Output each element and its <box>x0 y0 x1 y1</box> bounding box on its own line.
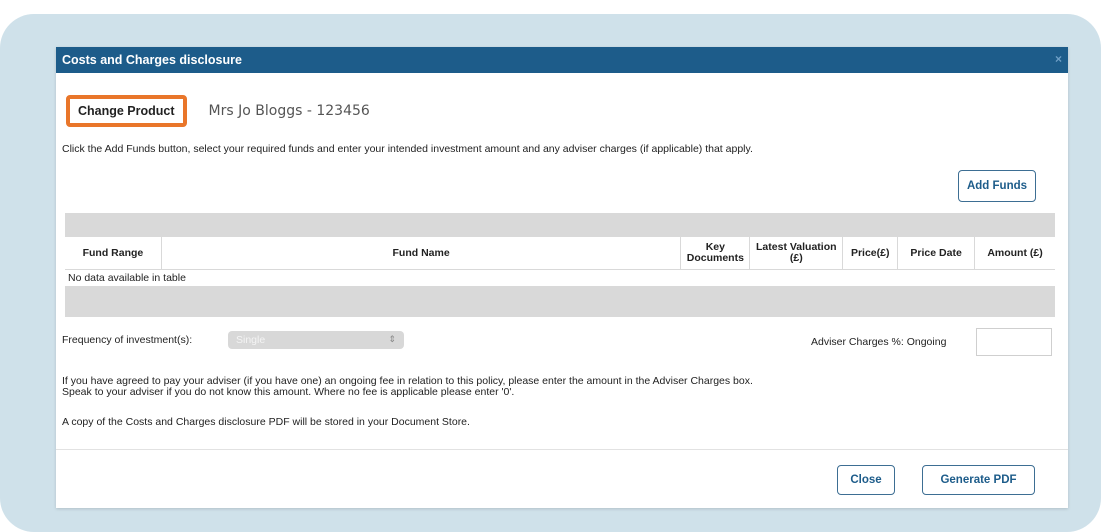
column-header-fund-range[interactable]: Fund Range <box>65 237 162 270</box>
column-header-latest-valuation[interactable]: Latest Valuation (£) <box>749 237 844 270</box>
column-header-key-documents[interactable]: Key Documents <box>680 237 751 270</box>
instruction-text: Click the Add Funds button, select your … <box>62 143 753 155</box>
table-row: No data available in table <box>65 270 1055 287</box>
change-product-button[interactable]: Change Product <box>66 95 187 127</box>
table-header-row: Fund Range Fund Name Key Documents Lates… <box>65 237 1055 270</box>
dialog-titlebar: Costs and Charges disclosure × <box>56 47 1068 73</box>
costs-charges-dialog: Costs and Charges disclosure × Change Pr… <box>56 47 1068 508</box>
chevron-updown-icon: ⇕ <box>388 334 396 344</box>
footer-divider <box>56 449 1068 450</box>
column-header-fund-name[interactable]: Fund Name <box>161 237 682 270</box>
funds-table: Fund Range Fund Name Key Documents Lates… <box>65 237 1055 286</box>
add-funds-button[interactable]: Add Funds <box>958 170 1036 202</box>
note-line-3: A copy of the Costs and Charges disclosu… <box>62 416 470 428</box>
note-line-2: Speak to your adviser if you do not know… <box>62 386 515 398</box>
adviser-charges-label: Adviser Charges %: Ongoing <box>811 336 947 348</box>
close-button[interactable]: Close <box>837 465 895 495</box>
column-header-price[interactable]: Price(£) <box>842 237 899 270</box>
funds-table-container: Fund Range Fund Name Key Documents Lates… <box>65 213 1055 317</box>
frequency-selected-value: Single <box>236 334 266 346</box>
column-header-amount[interactable]: Amount (£) <box>974 237 1055 270</box>
column-header-price-date[interactable]: Price Date <box>897 237 976 270</box>
generate-pdf-button[interactable]: Generate PDF <box>922 465 1035 495</box>
empty-table-message: No data available in table <box>68 272 186 284</box>
frequency-select[interactable]: Single ⇕ <box>228 331 404 349</box>
dialog-title: Costs and Charges disclosure <box>62 53 242 67</box>
frequency-label: Frequency of investment(s): <box>62 334 193 346</box>
product-row: Change Product Mrs Jo Bloggs - 123456 <box>66 95 370 127</box>
adviser-charges-input[interactable] <box>976 328 1052 356</box>
client-name: Mrs Jo Bloggs - 123456 <box>208 103 370 119</box>
close-icon[interactable]: × <box>1055 52 1062 66</box>
